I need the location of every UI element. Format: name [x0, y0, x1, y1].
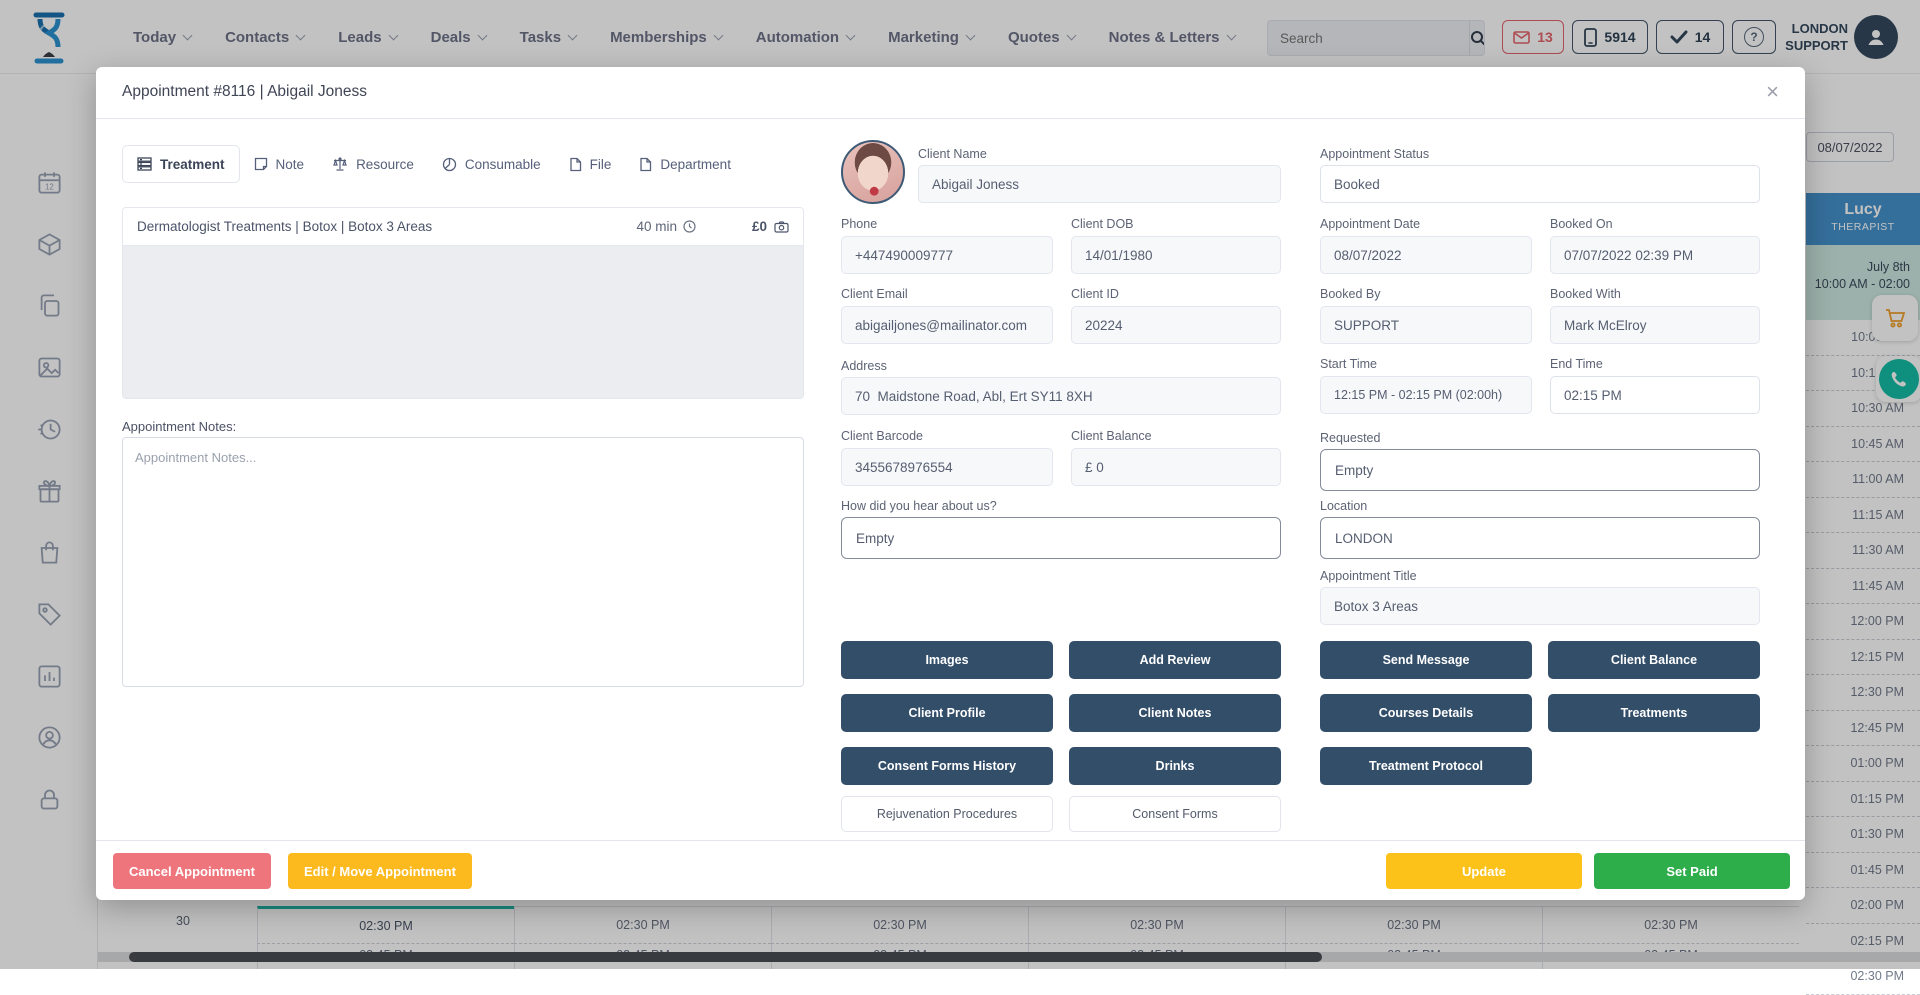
client-email-label: Client Email [841, 287, 908, 301]
booked-by-field[interactable] [1320, 306, 1532, 344]
appointment-action-button[interactable]: Client Balance [1548, 641, 1760, 679]
tab-resource[interactable]: Resource [318, 145, 428, 183]
appointment-actions-grid: Send Message Client Balance Courses Detail… [1320, 641, 1762, 785]
booked-with-field[interactable] [1550, 306, 1760, 344]
appointment-action-button[interactable]: Treatment Protocol [1320, 747, 1532, 785]
edit-move-appointment-button[interactable]: Edit / Move Appointment [288, 853, 472, 889]
client-barcode-label: Client Barcode [841, 429, 923, 443]
modal-title: Appointment #8116 | Abigail Joness [122, 83, 367, 101]
client-action-button[interactable]: Client Profile [841, 694, 1053, 732]
appointment-action-button[interactable]: Courses Details [1320, 694, 1532, 732]
treatment-price: £0 [752, 219, 789, 234]
department-file-icon [639, 157, 652, 172]
appointment-title-field[interactable] [1320, 587, 1760, 625]
client-dob-field[interactable] [1071, 236, 1281, 274]
modal-body: Treatment Note Resource Consumable File [96, 119, 1805, 840]
client-secondary-actions: Rejuvenation Procedures Consent Forms [841, 796, 1283, 832]
booked-with-label: Booked With [1550, 287, 1621, 301]
client-barcode-field[interactable] [841, 448, 1053, 486]
appointment-date-label: Appointment Date [1320, 217, 1420, 231]
modal-tabs: Treatment Note Resource Consumable File [122, 145, 745, 183]
appointment-modal: Appointment #8116 | Abigail Joness × Tre… [96, 67, 1805, 900]
client-id-field[interactable] [1071, 306, 1281, 344]
hear-about-us-label: How did you hear about us? [841, 499, 997, 513]
booked-on-field[interactable] [1550, 236, 1760, 274]
appointment-status-field[interactable] [1320, 165, 1760, 203]
appointment-notes-textarea[interactable] [122, 437, 804, 687]
close-icon[interactable]: × [1760, 79, 1785, 105]
address-field[interactable] [841, 377, 1281, 415]
location-select[interactable]: LONDON [1320, 517, 1760, 559]
appointment-action-button[interactable]: Send Message [1320, 641, 1532, 679]
client-id-label: Client ID [1071, 287, 1119, 301]
requested-label: Requested [1320, 431, 1380, 445]
hear-about-us-select[interactable]: Empty [841, 517, 1281, 559]
appointment-action-button[interactable]: Treatments [1548, 694, 1760, 732]
booked-by-label: Booked By [1320, 287, 1380, 301]
client-name-field[interactable] [918, 165, 1281, 203]
pie-chart-icon [442, 157, 457, 172]
treatment-list-icon [137, 157, 152, 171]
client-secondary-button[interactable]: Consent Forms [1069, 796, 1281, 832]
booked-on-label: Booked On [1550, 217, 1613, 231]
treatment-row[interactable]: Dermatologist Treatments | Botox | Botox… [123, 208, 803, 246]
tab-file[interactable]: File [555, 145, 626, 183]
client-action-button[interactable]: Client Notes [1069, 694, 1281, 732]
cancel-appointment-button[interactable]: Cancel Appointment [113, 853, 271, 889]
start-time-field[interactable] [1320, 376, 1532, 414]
file-icon [569, 157, 582, 172]
appointment-date-field[interactable] [1320, 236, 1532, 274]
modal-header: Appointment #8116 | Abigail Joness × [96, 67, 1805, 119]
client-email-field[interactable] [841, 306, 1053, 344]
end-time-label: End Time [1550, 357, 1603, 371]
update-button[interactable]: Update [1386, 853, 1582, 889]
client-action-button[interactable]: Consent Forms History [841, 747, 1053, 785]
appointment-title-label: Appointment Title [1320, 569, 1417, 583]
appointment-notes-label: Appointment Notes: [122, 419, 236, 434]
camera-icon[interactable] [774, 221, 789, 233]
tab-consumable[interactable]: Consumable [428, 145, 555, 183]
client-balance-label: Client Balance [1071, 429, 1152, 443]
client-action-button[interactable]: Images [841, 641, 1053, 679]
phone-field[interactable] [841, 236, 1053, 274]
client-action-button[interactable]: Drinks [1069, 747, 1281, 785]
client-dob-label: Client DOB [1071, 217, 1134, 231]
tab-treatment[interactable]: Treatment [122, 145, 240, 183]
client-action-button[interactable]: Add Review [1069, 641, 1281, 679]
treatment-list-empty-area [123, 246, 803, 398]
requested-select[interactable]: Empty [1320, 449, 1760, 491]
client-name-label: Client Name [918, 147, 987, 161]
client-secondary-button[interactable]: Rejuvenation Procedures [841, 796, 1053, 832]
address-label: Address [841, 359, 887, 373]
tab-department[interactable]: Department [625, 145, 745, 183]
note-icon [254, 157, 268, 171]
tab-note[interactable]: Note [240, 145, 319, 183]
treatment-list: Dermatologist Treatments | Botox | Botox… [122, 207, 804, 399]
phone-label: Phone [841, 217, 877, 231]
clock-icon [683, 220, 696, 233]
start-time-label: Start Time [1320, 357, 1377, 371]
appointment-status-label: Appointment Status [1320, 147, 1429, 161]
end-time-field[interactable] [1550, 376, 1760, 414]
client-photo-avatar[interactable] [841, 140, 905, 204]
client-balance-field[interactable] [1071, 448, 1281, 486]
treatment-duration: 40 min [636, 219, 696, 234]
modal-footer: Cancel Appointment Edit / Move Appointme… [96, 840, 1805, 900]
client-actions-grid: Images Add Review Client Profile Client Not… [841, 641, 1283, 785]
location-label: Location [1320, 499, 1367, 513]
treatment-name: Dermatologist Treatments | Botox | Botox… [137, 219, 432, 234]
set-paid-button[interactable]: Set Paid [1594, 853, 1790, 889]
balance-scale-icon [332, 157, 348, 171]
